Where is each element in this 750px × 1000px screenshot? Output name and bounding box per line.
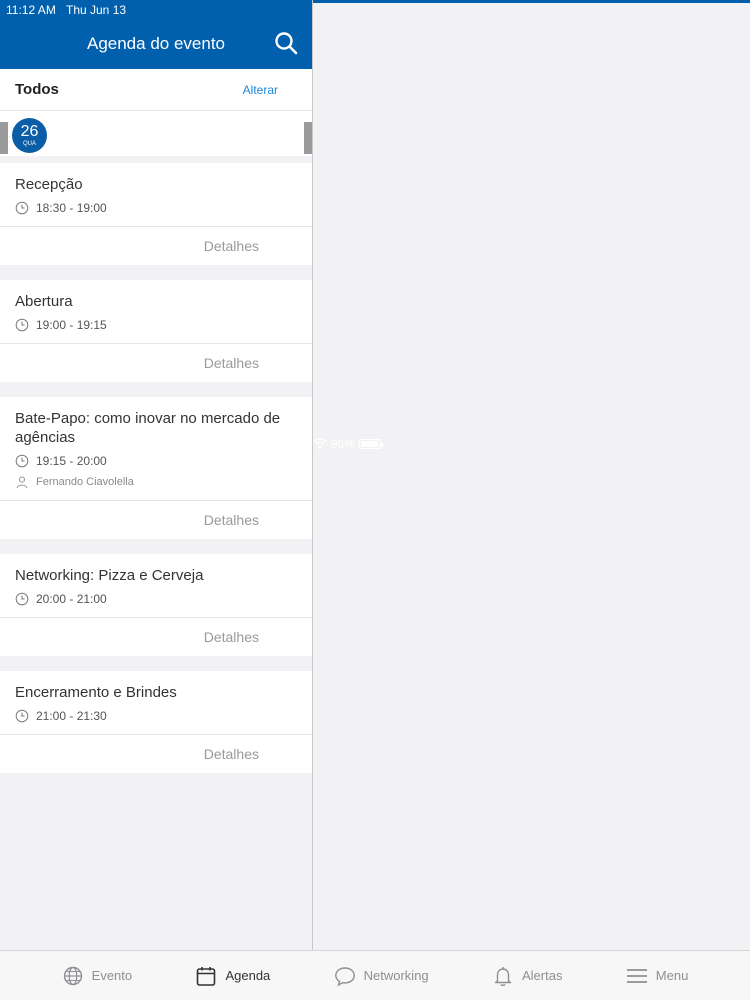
session-time-row: 18:30 - 19:00	[15, 201, 297, 215]
page-title: Agenda do evento	[86, 34, 225, 53]
session-card-body[interactable]: Encerramento e Brindes 21:00 - 21:30	[0, 671, 312, 735]
session-speaker-row: Fernando Ciavolella	[15, 475, 297, 489]
session-card-body[interactable]: Networking: Pizza e Cerveja 20:00 - 21:0…	[0, 554, 312, 618]
globe-icon	[63, 966, 82, 985]
session-card-body[interactable]: Bate-Papo: como inovar no mercado de agê…	[0, 397, 312, 501]
day-scroll-right-edge	[304, 122, 312, 154]
person-icon	[16, 476, 28, 489]
session-time: 19:15 - 20:00	[36, 454, 107, 468]
session-details-row: Detalhes	[0, 618, 312, 656]
status-time: 11:12 AM	[6, 3, 56, 17]
day-selector: 26 QUA	[0, 111, 312, 156]
clock-icon	[15, 201, 29, 215]
filter-label: Todos	[15, 81, 59, 98]
session-details-row: Detalhes	[0, 501, 312, 539]
day-number: 26	[20, 123, 39, 140]
session-card-body[interactable]: Recepção 18:30 - 19:00	[0, 163, 312, 227]
session-title: Abertura	[15, 293, 73, 310]
session-list: Recepção 18:30 - 19:00 Detalhes Abertura…	[0, 156, 312, 773]
change-filter-link[interactable]: Alterar	[243, 83, 278, 97]
session-time-row: 21:00 - 21:30	[15, 709, 297, 723]
chat-bubble-icon	[334, 966, 355, 986]
session-time: 19:00 - 19:15	[36, 318, 107, 332]
session-card[interactable]: Encerramento e Brindes 21:00 - 21:30 Det…	[0, 671, 312, 773]
tab-label: Networking	[363, 968, 429, 983]
tab-label: Agenda	[225, 968, 271, 983]
session-card[interactable]: Bate-Papo: como inovar no mercado de agê…	[0, 397, 312, 539]
filter-row: Todos Alterar	[0, 69, 312, 111]
status-bar: 11:12 AM Thu Jun 13 96%	[0, 0, 750, 884]
battery-percent: 96%	[331, 436, 356, 451]
details-button[interactable]: Detalhes	[204, 746, 259, 762]
tab-networking[interactable]: Networking	[334, 965, 429, 987]
search-icon[interactable]	[273, 30, 299, 56]
tab-label: Evento	[91, 968, 133, 983]
session-card[interactable]: Networking: Pizza e Cerveja 20:00 - 21:0…	[0, 554, 312, 656]
session-time-row: 19:00 - 19:15	[15, 318, 297, 332]
session-details-row: Detalhes	[0, 735, 312, 773]
session-time: 18:30 - 19:00	[36, 201, 107, 215]
calendar-icon	[197, 966, 216, 986]
details-button[interactable]: Detalhes	[204, 629, 259, 645]
session-title: Encerramento e Brindes	[15, 684, 177, 701]
details-button[interactable]: Detalhes	[204, 512, 259, 528]
session-details-row: Detalhes	[0, 227, 312, 265]
bell-icon	[494, 966, 512, 986]
session-card-body[interactable]: Abertura 19:00 - 19:15	[0, 280, 312, 344]
hamburger-menu-icon	[626, 968, 647, 983]
battery-icon	[359, 438, 384, 449]
session-time-row: 20:00 - 21:00	[15, 592, 297, 606]
day-chip-selected[interactable]: 26 QUA	[12, 118, 47, 153]
clock-icon	[15, 454, 29, 468]
day-scroll-left-edge	[0, 122, 8, 154]
clock-icon	[15, 592, 29, 606]
session-title: Networking: Pizza e Cerveja	[15, 567, 204, 584]
tab-label: Alertas	[521, 968, 563, 983]
details-button[interactable]: Detalhes	[204, 355, 259, 371]
tab-alertas[interactable]: Alertas	[492, 965, 562, 987]
clock-icon	[15, 318, 29, 332]
session-title: Recepção	[15, 176, 83, 193]
details-button[interactable]: Detalhes	[204, 238, 259, 254]
session-card[interactable]: Recepção 18:30 - 19:00 Detalhes	[0, 163, 312, 265]
day-weekday: QUA	[22, 141, 36, 147]
session-card[interactable]: Abertura 19:00 - 19:15 Detalhes	[0, 280, 312, 382]
session-speaker: Fernando Ciavolella	[36, 476, 134, 488]
agenda-list-pane: Todos Alterar 26 QUA Recepção 18:30 - 19…	[0, 69, 312, 950]
session-time: 20:00 - 21:00	[36, 592, 107, 606]
clock-icon	[15, 709, 29, 723]
tab-menu[interactable]: Menu	[626, 965, 689, 987]
tab-label: Menu	[655, 968, 689, 983]
session-time-row: 19:15 - 20:00	[15, 454, 297, 468]
session-time: 21:00 - 21:30	[36, 709, 107, 723]
status-date: Thu Jun 13	[66, 3, 127, 17]
session-details-row: Detalhes	[0, 344, 312, 382]
tab-agenda[interactable]: Agenda	[195, 965, 270, 987]
tab-bar: Evento Agenda Networking Alertas Menu	[0, 950, 750, 1000]
tab-evento[interactable]: Evento	[62, 965, 132, 987]
wifi-icon	[313, 438, 327, 449]
session-title: Bate-Papo: como inovar no mercado de agê…	[15, 410, 281, 446]
